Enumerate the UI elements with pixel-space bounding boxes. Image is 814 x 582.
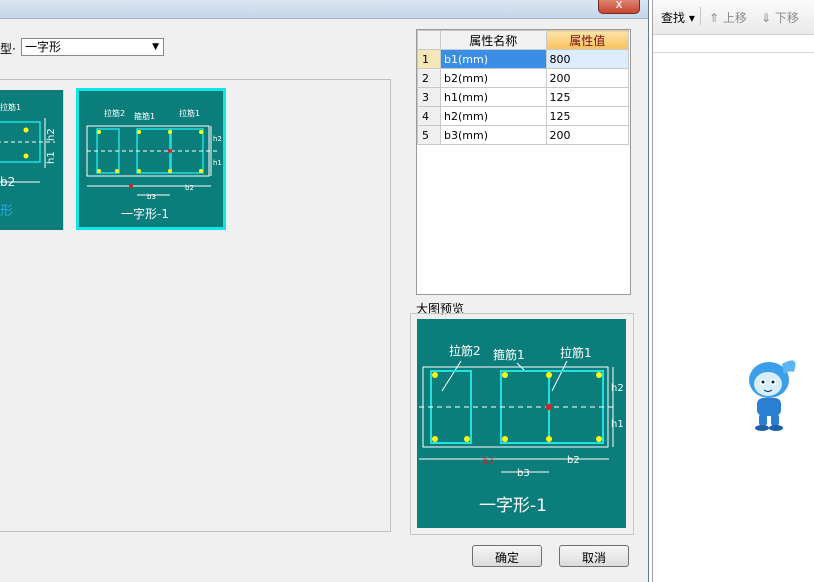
- type-select[interactable]: 一字形 ▼: [21, 38, 164, 56]
- table-row[interactable]: 4 h2(mm) 125: [417, 106, 629, 126]
- dialog-window: x 型· 一字形 ▼ 拉筋1 h2 h1 b2 形 拉筋2 箍筋1 拉筋1 h2…: [0, 0, 649, 582]
- shape-thumbnail-yiziform-1[interactable]: 拉筋2 箍筋1 拉筋1 h2 h1 b3 b2 一字形-1: [76, 88, 226, 230]
- preview-label-c: 拉筋1: [560, 345, 592, 360]
- side-panel: 查找 ▾ ⇑ 上移 ⇓ 下移: [652, 0, 814, 582]
- thumb-b-dim-b3: b3: [147, 193, 156, 201]
- preview-dim-b3: b3: [517, 468, 530, 479]
- thumb-b-label-b: 箍筋1: [134, 111, 155, 121]
- table-header-row: 属性名称 属性值: [417, 30, 629, 50]
- table-row[interactable]: 1 b1(mm) 800: [417, 49, 629, 69]
- shape-gallery: 拉筋1 h2 h1 b2 形 拉筋2 箍筋1 拉筋1 h2 h1 b3 b2 一…: [0, 79, 391, 532]
- thumb-b-caption: 一字形-1: [121, 206, 169, 221]
- type-select-value: 一字形: [25, 40, 62, 54]
- property-name-cell[interactable]: b2(mm): [440, 68, 547, 88]
- row-number: 2: [417, 68, 441, 88]
- mascot-icon[interactable]: [742, 352, 802, 432]
- property-value-cell[interactable]: 200: [545, 68, 629, 88]
- row-number-header: [417, 30, 441, 50]
- property-value-cell[interactable]: 200: [545, 125, 629, 145]
- thumb-a-dim2: h1: [46, 151, 57, 164]
- dropdown-arrow-icon: ▼: [152, 42, 159, 52]
- move-down-button[interactable]: ⇓ 下移: [761, 9, 799, 26]
- property-table: 属性名称 属性值 1 b1(mm) 800 2 b2(mm) 200 3 h1(…: [416, 29, 631, 295]
- preview-dim-b1: b1: [483, 457, 494, 467]
- property-name-cell[interactable]: h2(mm): [440, 106, 547, 126]
- move-up-button[interactable]: ⇑ 上移: [709, 9, 747, 26]
- find-button[interactable]: 查找 ▾: [661, 9, 695, 26]
- preview-caption: 一字形-1: [479, 496, 547, 516]
- thumb-b-label-a: 拉筋2: [104, 108, 125, 118]
- property-value-cell[interactable]: 125: [545, 106, 629, 126]
- preview-dim-h2: h2: [611, 383, 624, 394]
- thumb-a-dim1: h2: [46, 128, 57, 141]
- preview-label-b: 箍筋1: [493, 347, 525, 362]
- property-name-cell[interactable]: b1(mm): [440, 49, 547, 69]
- large-preview: 拉筋2 箍筋1 拉筋1 h2 h1 b1 b3 b2 一字形-1: [417, 319, 626, 528]
- table-row[interactable]: 5 b3(mm) 200: [417, 125, 629, 145]
- divider: [653, 52, 814, 53]
- property-name-cell[interactable]: b3(mm): [440, 125, 547, 145]
- table-row[interactable]: 3 h1(mm) 125: [417, 87, 629, 107]
- row-number: 3: [417, 87, 441, 107]
- property-value-cell[interactable]: 125: [545, 87, 629, 107]
- thumb-a-caption: 形: [0, 204, 13, 219]
- close-icon: x: [615, 0, 623, 11]
- property-value-cell[interactable]: 800: [545, 49, 629, 69]
- thumb-b-label-c: 拉筋1: [179, 108, 200, 118]
- ok-button[interactable]: 确定: [472, 545, 542, 567]
- row-number: 5: [417, 125, 441, 145]
- row-number: 1: [417, 49, 441, 69]
- column-header-name: 属性名称: [440, 30, 547, 50]
- shape-thumbnail-partial[interactable]: 拉筋1 h2 h1 b2 形: [0, 90, 64, 230]
- type-label: 型·: [0, 42, 16, 56]
- table-row[interactable]: 2 b2(mm) 200: [417, 68, 629, 88]
- preview-dim-h1: h1: [611, 419, 624, 430]
- property-name-cell[interactable]: h1(mm): [440, 87, 547, 107]
- thumb-a-top-label: 拉筋1: [0, 102, 21, 112]
- row-number: 4: [417, 106, 441, 126]
- preview-label-a: 拉筋2: [449, 343, 481, 358]
- thumb-b-dim-b2: b2: [185, 184, 194, 192]
- thumb-b-dim-h2: h2: [213, 135, 222, 143]
- toolbar-divider: [700, 7, 701, 25]
- thumb-b-dim-h1: h1: [213, 159, 222, 167]
- column-header-value: 属性值: [545, 30, 629, 50]
- side-toolbar: 查找 ▾ ⇑ 上移 ⇓ 下移: [653, 0, 814, 35]
- close-button[interactable]: x: [598, 0, 640, 14]
- cancel-button[interactable]: 取消: [559, 545, 629, 567]
- preview-dim-b2: b2: [567, 455, 580, 466]
- thumb-a-bottom-label: b2: [0, 175, 15, 189]
- dialog-titlebar: [0, 0, 648, 19]
